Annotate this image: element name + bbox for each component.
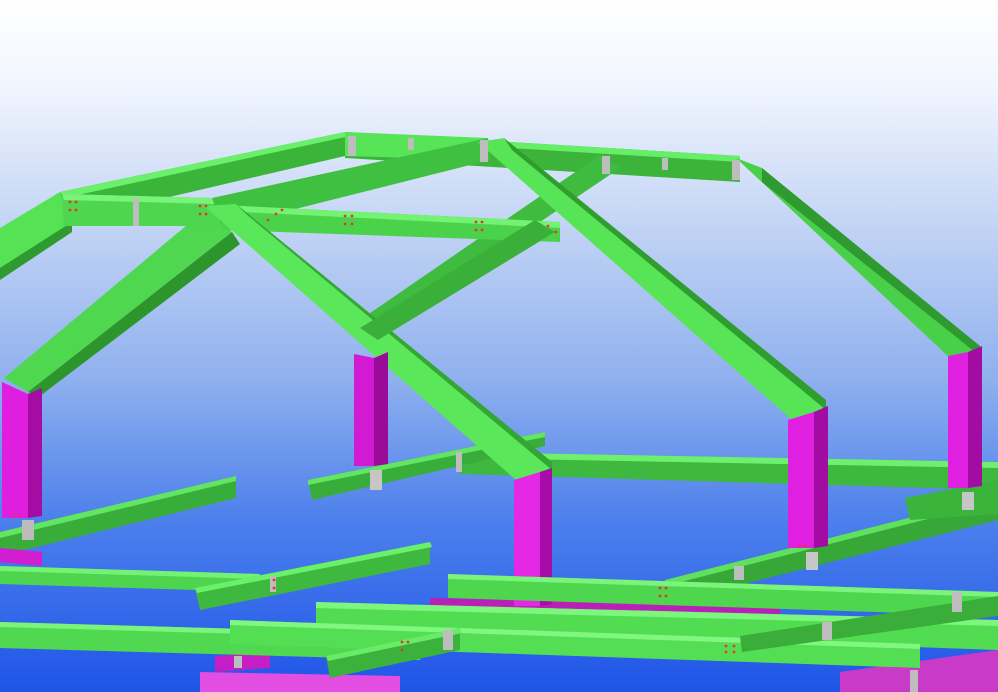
column-center[interactable] <box>514 468 552 628</box>
column-left[interactable] <box>2 382 42 540</box>
column-right-far[interactable] <box>948 346 982 510</box>
structure-3d-view[interactable] <box>0 0 998 692</box>
model-viewport[interactable] <box>0 0 998 692</box>
column-right-mid[interactable] <box>788 406 828 570</box>
